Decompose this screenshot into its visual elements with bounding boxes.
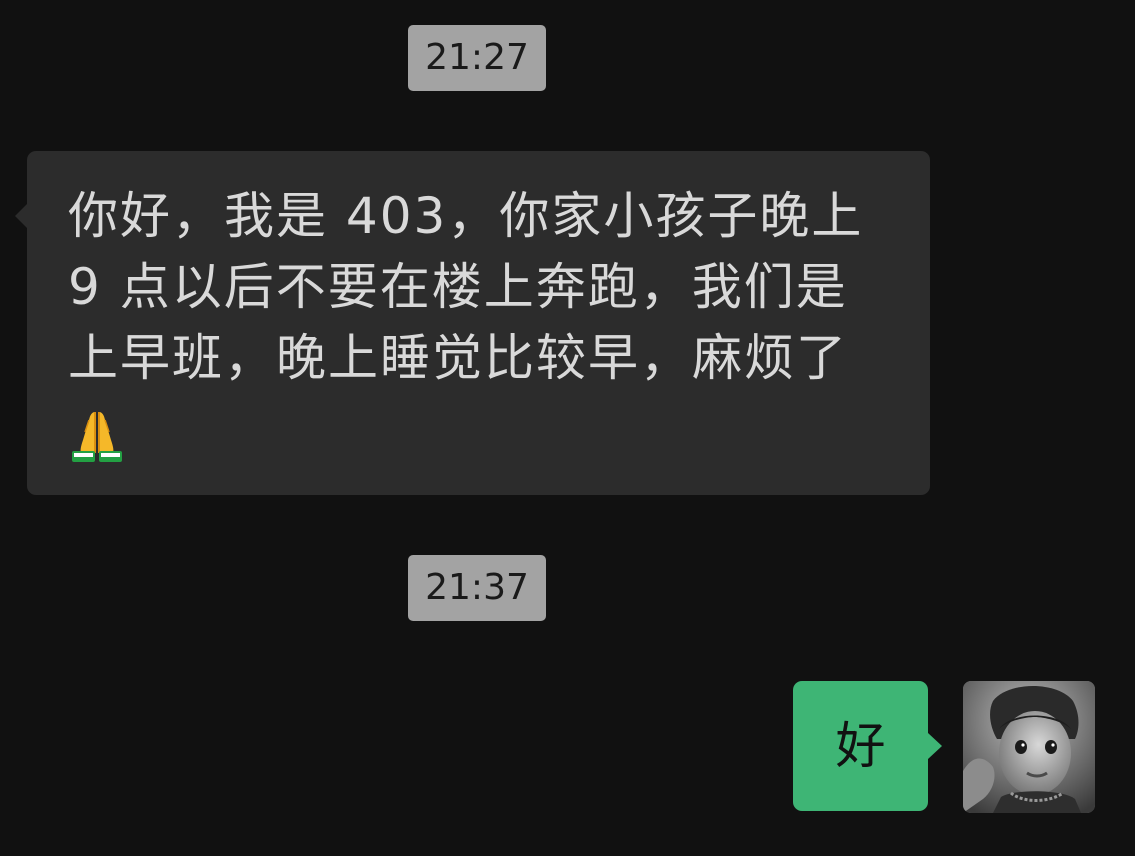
timestamp-badge: 21:27 <box>408 25 546 91</box>
outgoing-message-bubble[interactable]: 好 <box>793 681 942 811</box>
chat-window: 21:27 你好，我是 403，你家小孩子晚上 9 点以后不要在楼上奔跑，我们是… <box>0 0 1135 856</box>
incoming-message-text: 你好，我是 403，你家小孩子晚上 9 点以后不要在楼上奔跑，我们是上早班，晚上… <box>68 181 894 465</box>
incoming-message-bubble[interactable]: 你好，我是 403，你家小孩子晚上 9 点以后不要在楼上奔跑，我们是上早班，晚上… <box>15 151 930 495</box>
timestamp-badge: 21:37 <box>408 555 546 621</box>
avatar[interactable] <box>963 681 1095 813</box>
folded-hands-icon <box>68 406 126 464</box>
incoming-message-content: 你好，我是 403，你家小孩子晚上 9 点以后不要在楼上奔跑，我们是上早班，晚上… <box>68 187 864 387</box>
